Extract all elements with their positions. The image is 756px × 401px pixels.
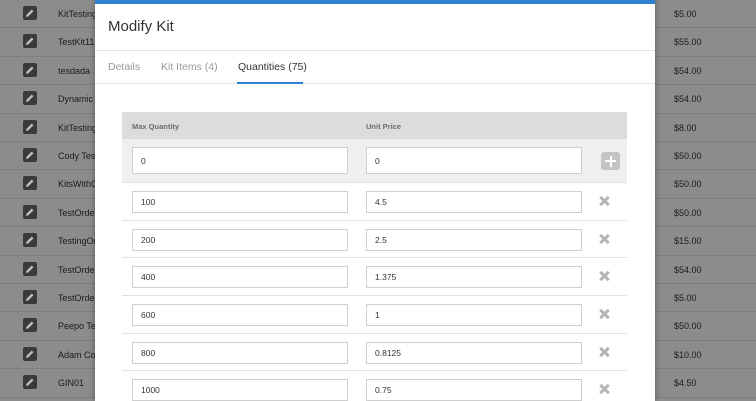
unit-price-input[interactable]: [366, 266, 582, 289]
quantity-row: [122, 334, 627, 372]
pencil-icon[interactable]: [23, 91, 37, 106]
background-kit-name: KitTesting: [58, 122, 98, 133]
background-kit-price: $10.00: [674, 349, 702, 360]
background-kit-price: $54.00: [674, 94, 702, 105]
delete-row-icon[interactable]: [598, 195, 610, 207]
delete-row-icon[interactable]: [598, 383, 610, 395]
modal-header: Modify Kit: [95, 4, 655, 51]
pencil-icon[interactable]: [23, 148, 37, 162]
background-kit-price: $50.00: [674, 207, 702, 218]
new-unit-price-input[interactable]: [366, 147, 582, 174]
background-kit-price: $50.00: [674, 179, 702, 190]
header-unit-price: Unit Price: [366, 122, 402, 131]
new-max-quantity-input[interactable]: [132, 147, 348, 174]
quantity-row: [122, 296, 627, 334]
pencil-icon[interactable]: [23, 6, 37, 20]
background-kit-price: $54.00: [674, 264, 702, 275]
table-header: Max Quantity Unit Price: [122, 112, 627, 139]
pencil-icon[interactable]: [23, 204, 37, 219]
pencil-icon[interactable]: [23, 318, 37, 333]
unit-price-input[interactable]: [366, 228, 582, 251]
pencil-icon[interactable]: [23, 176, 37, 191]
background-kit-name: Adam Col: [58, 349, 98, 360]
pencil-icon[interactable]: [23, 34, 37, 49]
background-kit-name: Dynamic: [58, 94, 94, 105]
background-kit-price: $4.50: [674, 378, 697, 389]
background-kit-price: $5.00: [674, 293, 697, 303]
pencil-icon[interactable]: [23, 346, 37, 361]
unit-price-input[interactable]: [366, 341, 582, 364]
quantity-row: [122, 183, 627, 221]
background-kit-name: TestOrder: [58, 264, 98, 275]
max-quantity-input[interactable]: [132, 191, 348, 213]
tab-details[interactable]: Details: [108, 61, 140, 73]
unit-price-input[interactable]: [366, 304, 582, 327]
pencil-icon[interactable]: [23, 375, 37, 390]
delete-row-icon[interactable]: [598, 270, 610, 282]
pencil-icon[interactable]: [23, 62, 37, 77]
background-kit-price: $5.00: [674, 9, 697, 19]
quantity-row: [122, 371, 627, 401]
quantity-row: [122, 221, 627, 259]
header-max-quantity: Max Quantity: [132, 122, 180, 131]
pencil-icon[interactable]: [23, 261, 37, 276]
background-kit-name: TestOrder: [58, 293, 98, 303]
background-kit-price: $50.00: [674, 321, 702, 332]
background-kit-name: TestOrder: [58, 207, 98, 218]
quantity-row: [122, 258, 627, 297]
add-quantity-button[interactable]: [601, 152, 620, 170]
max-quantity-input[interactable]: [132, 228, 348, 251]
quantities-table: Max Quantity Unit Price: [122, 112, 627, 401]
background-kit-name: TestingOr: [58, 236, 97, 247]
pencil-icon[interactable]: [23, 119, 37, 134]
unit-price-input[interactable]: [366, 379, 582, 401]
background-kit-price: $8.00: [674, 122, 697, 133]
background-kit-name: tesdada: [58, 65, 91, 76]
unit-price-input[interactable]: [366, 191, 582, 213]
background-kit-name: GIN01: [58, 378, 85, 389]
quantity-rows: [122, 183, 627, 401]
background-kit-price: $50.00: [674, 151, 702, 161]
pencil-icon[interactable]: [23, 290, 37, 304]
max-quantity-input[interactable]: [132, 379, 348, 401]
delete-row-icon[interactable]: [598, 233, 610, 245]
tab-kit-items[interactable]: Kit Items (4): [161, 61, 218, 73]
max-quantity-input[interactable]: [132, 304, 348, 327]
pencil-icon[interactable]: [23, 233, 37, 248]
tab-quantities[interactable]: Quantities (75): [238, 61, 307, 73]
background-kit-price: $54.00: [674, 65, 702, 76]
background-kit-price: $15.00: [674, 236, 702, 247]
delete-row-icon[interactable]: [598, 308, 610, 320]
background-kit-name: TestKit11: [58, 37, 95, 48]
background-kit-name: Cody Test: [58, 151, 98, 161]
modify-kit-modal: Modify Kit Details Kit Items (4) Quantit…: [95, 0, 655, 401]
background-kit-price: $55.00: [674, 37, 702, 48]
background-kit-name: KitsWithC: [58, 179, 98, 190]
max-quantity-input[interactable]: [132, 341, 348, 364]
background-kit-name: KitTesting: [58, 9, 98, 19]
delete-row-icon[interactable]: [598, 346, 610, 358]
active-tab-indicator: [237, 82, 303, 84]
max-quantity-input[interactable]: [132, 266, 348, 289]
new-quantity-row: [122, 139, 627, 183]
modal-title: Modify Kit: [108, 18, 174, 35]
modal-tabs: Details Kit Items (4) Quantities (75): [95, 51, 655, 84]
background-kit-name: Peepo Te: [58, 321, 96, 332]
